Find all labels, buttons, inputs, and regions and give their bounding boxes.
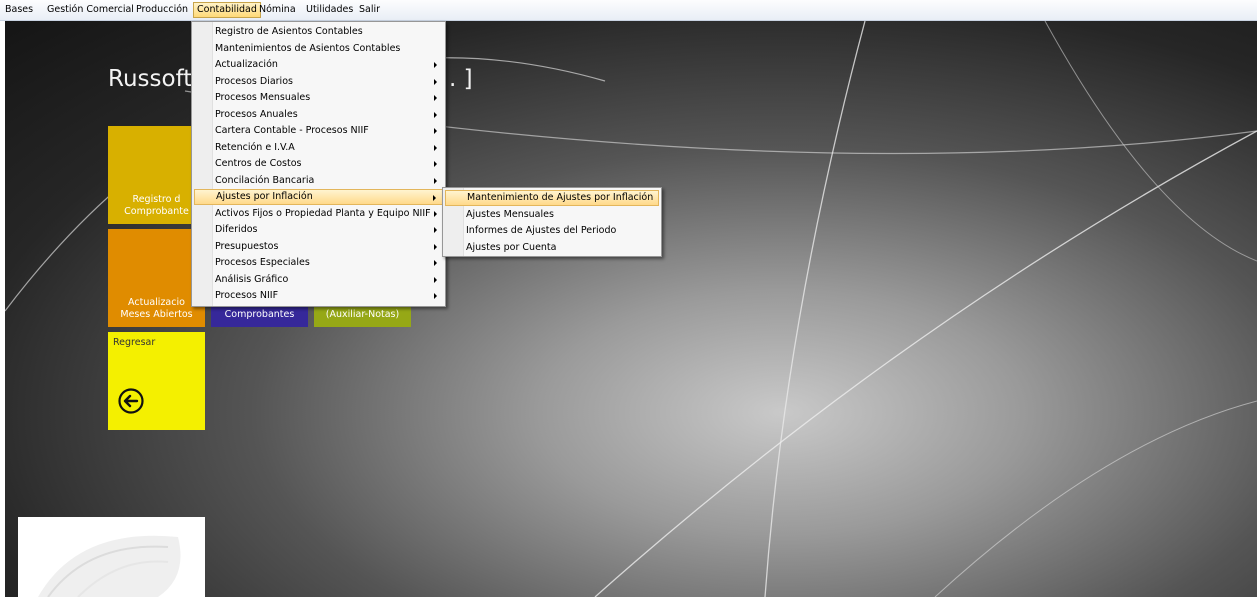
menu-item-procesos-mensuales[interactable]: Procesos Mensuales	[194, 90, 443, 106]
menu-item-centros-costos[interactable]: Centros de Costos	[194, 156, 443, 172]
menu-item-diferidos[interactable]: Diferidos	[194, 222, 443, 238]
submenu-arrow-icon	[434, 62, 437, 68]
menu-utilidades[interactable]: Utilidades	[303, 3, 356, 17]
menu-item-presupuestos[interactable]: Presupuestos	[194, 239, 443, 255]
menu-item-label: Diferidos	[215, 224, 258, 235]
ajustes-inflacion-submenu: Mantenimiento de Ajustes por Inflación A…	[442, 187, 662, 257]
submenu-item-ajustes-mensuales[interactable]: Ajustes Mensuales	[445, 207, 659, 223]
menu-item-label: Mantenimiento de Ajustes por Inflación	[467, 192, 654, 203]
submenu-arrow-icon	[434, 227, 437, 233]
menu-item-label: Procesos Diarios	[215, 76, 293, 87]
submenu-arrow-icon	[434, 95, 437, 101]
submenu-arrow-icon	[434, 211, 437, 217]
submenu-item-mantenimiento-ajustes[interactable]: Mantenimiento de Ajustes por Inflación	[445, 190, 659, 206]
menu-item-label: Actualización	[215, 59, 278, 70]
menu-item-ajustes-inflacion[interactable]: Ajustes por Inflación	[194, 189, 443, 205]
menu-item-label: Activos Fijos o Propiedad Planta y Equip…	[215, 208, 431, 219]
menu-item-registro-asientos[interactable]: Registro de Asientos Contables	[194, 24, 443, 40]
menu-item-label: Cartera Contable - Procesos NIIF	[215, 125, 369, 136]
submenu-arrow-icon	[433, 195, 436, 201]
menu-item-procesos-especiales[interactable]: Procesos Especiales	[194, 255, 443, 271]
menu-item-activos-fijos[interactable]: Activos Fijos o Propiedad Planta y Equip…	[194, 206, 443, 222]
submenu-arrow-icon	[434, 145, 437, 151]
menu-item-cartera-contable[interactable]: Cartera Contable - Procesos NIIF	[194, 123, 443, 139]
submenu-arrow-icon	[434, 244, 437, 250]
menu-item-label: Procesos NIIF	[215, 290, 279, 301]
menu-item-analisis-grafico[interactable]: Análisis Gráfico	[194, 272, 443, 288]
menu-nomina[interactable]: Nómina	[256, 3, 299, 17]
submenu-arrow-icon	[434, 260, 437, 266]
tile-label: Meses Abiertos	[120, 309, 193, 320]
submenu-arrow-icon	[434, 277, 437, 283]
company-logo	[18, 517, 205, 597]
menu-item-label: Ajustes por Cuenta	[466, 242, 557, 253]
menu-item-actualizacion[interactable]: Actualización	[194, 57, 443, 73]
submenu-arrow-icon	[434, 112, 437, 118]
menu-item-label: Procesos Mensuales	[215, 92, 311, 103]
menu-item-conciliacion-bancaria[interactable]: Concilación Bancaria	[194, 173, 443, 189]
menu-item-label: Concilación Bancaria	[215, 175, 315, 186]
menu-item-procesos-diarios[interactable]: Procesos Diarios	[194, 74, 443, 90]
app-title-suffix: . ]	[449, 66, 473, 92]
menu-item-procesos-niif[interactable]: Procesos NIIF	[194, 288, 443, 304]
menu-contabilidad[interactable]: Contabilidad	[193, 2, 261, 18]
menu-bar: Bases Gestión Comercial Producción Conta…	[0, 0, 1257, 21]
submenu-item-informes-ajustes[interactable]: Informes de Ajustes del Periodo	[445, 223, 659, 239]
menu-item-label: Mantenimientos de Asientos Contables	[215, 43, 401, 54]
menu-item-mantenimientos-asientos[interactable]: Mantenimientos de Asientos Contables	[194, 41, 443, 57]
submenu-arrow-icon	[434, 79, 437, 85]
tile-regresar[interactable]: Regresar	[108, 332, 205, 430]
menu-bases[interactable]: Bases	[2, 3, 36, 17]
submenu-item-ajustes-por-cuenta[interactable]: Ajustes por Cuenta	[445, 240, 659, 256]
tile-label: Regresar	[113, 337, 156, 348]
menu-gestion-comercial[interactable]: Gestión Comercial	[44, 3, 137, 17]
menu-item-label: Presupuestos	[215, 241, 279, 252]
arrow-left-circle-icon	[118, 388, 144, 414]
menu-item-procesos-anuales[interactable]: Procesos Anuales	[194, 107, 443, 123]
menu-item-label: Ajustes por Inflación	[216, 191, 313, 202]
menu-item-retencion-iva[interactable]: Retención e I.V.A	[194, 140, 443, 156]
logo-swoosh-icon	[38, 535, 181, 597]
tile-label: Comprobantes	[224, 309, 295, 320]
submenu-arrow-icon	[434, 178, 437, 184]
menu-item-label: Análisis Gráfico	[215, 274, 289, 285]
menu-produccion[interactable]: Producción	[133, 3, 191, 17]
menu-item-label: Retención e I.V.A	[215, 142, 295, 153]
tile-label: (Auxiliar-Notas)	[325, 309, 400, 320]
submenu-arrow-icon	[434, 293, 437, 299]
menu-item-label: Procesos Anuales	[215, 109, 298, 120]
app-title: Russoft	[108, 66, 193, 92]
submenu-arrow-icon	[434, 161, 437, 167]
menu-item-label: Centros de Costos	[215, 158, 302, 169]
menu-item-label: Informes de Ajustes del Periodo	[466, 225, 617, 236]
menu-item-label: Registro de Asientos Contables	[215, 26, 363, 37]
submenu-arrow-icon	[434, 128, 437, 134]
menu-item-label: Procesos Especiales	[215, 257, 310, 268]
menu-salir[interactable]: Salir	[356, 3, 383, 17]
menu-item-label: Ajustes Mensuales	[466, 209, 554, 220]
contabilidad-menu: Registro de Asientos Contables Mantenimi…	[191, 21, 446, 307]
